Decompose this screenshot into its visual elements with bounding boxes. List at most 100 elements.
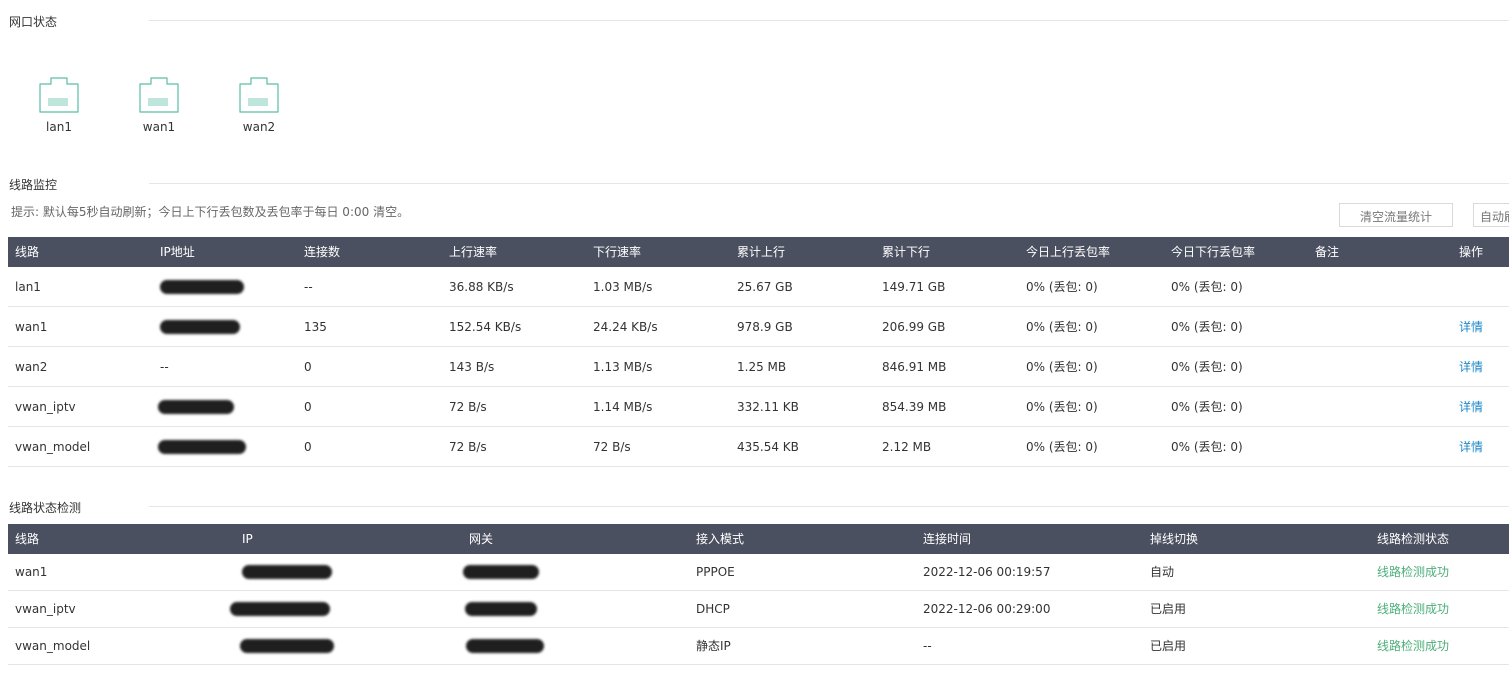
table-row: vwan_model 静态IP -- 已启用 线路检测成功 — [8, 628, 1509, 665]
column-header: 上行速率 — [449, 245, 498, 259]
cell-up-loss: 0% (丢包: 0) — [1026, 320, 1098, 334]
cell-line: wan1 — [15, 565, 48, 579]
cell-up-loss: 0% (丢包: 0) — [1026, 440, 1098, 454]
detail-link[interactable]: 详情 — [1459, 427, 1483, 467]
cell-conn-time: 2022-12-06 00:19:57 — [923, 565, 1051, 579]
cell-down-rate: 1.13 MB/s — [593, 360, 653, 374]
cell-connections: 0 — [304, 360, 312, 374]
cell-total-down: 846.91 MB — [882, 360, 947, 374]
cell-mode: DHCP — [696, 602, 730, 616]
clear-stats-button[interactable]: 清空流量统计 — [1339, 203, 1453, 227]
cell-up-rate: 36.88 KB/s — [449, 280, 514, 294]
cell-line: vwan_iptv — [15, 602, 76, 616]
redacted-ip — [463, 565, 539, 579]
port-label: wan2 — [242, 120, 276, 134]
cell-line: vwan_model — [15, 440, 91, 454]
column-header: 线路 — [15, 245, 40, 259]
table-header: 线路 IP地址 连接数 上行速率 下行速率 累计上行 累计下行 今日上行丢包率 今日下行丢包率 备… — [8, 237, 1509, 267]
cell-total-up: 25.67 GB — [737, 280, 793, 294]
auto-refresh-button[interactable]: 自动刷新 — [1473, 203, 1509, 227]
cell-total-down: 854.39 MB — [882, 400, 947, 414]
redacted-ip — [466, 639, 544, 653]
column-header: 线路检测状态 — [1377, 532, 1450, 546]
column-header: 连接时间 — [923, 532, 972, 546]
column-header: 今日上行丢包率 — [1026, 245, 1111, 259]
cell-line: lan1 — [15, 280, 41, 294]
table-row: wan2 -- 0 143 B/s 1.13 MB/s 1.25 MB 846.91 MB 0… — [8, 347, 1509, 387]
ethernet-port-icon — [24, 76, 94, 114]
cell-total-up: 1.25 MB — [737, 360, 787, 374]
cell-up-rate: 152.54 KB/s — [449, 320, 522, 334]
cell-failover: 已启用 — [1150, 602, 1187, 616]
cell-line: vwan_iptv — [15, 400, 76, 414]
column-header: 累计上行 — [737, 245, 786, 259]
column-header: IP — [242, 532, 253, 546]
cell-line: vwan_model — [15, 639, 91, 653]
status-text: 线路检测成功 — [1377, 639, 1450, 653]
cell-up-loss: 0% (丢包: 0) — [1026, 360, 1098, 374]
status-text: 线路检测成功 — [1377, 602, 1450, 616]
cell-failover: 已启用 — [1150, 639, 1187, 653]
cell-ip: -- — [160, 360, 169, 374]
cell-mode: 静态IP — [696, 639, 731, 653]
column-header: 掉线切换 — [1150, 532, 1199, 546]
cell-total-down: 206.99 GB — [882, 320, 946, 334]
cell-total-up: 435.54 KB — [737, 440, 799, 454]
table-row: wan1 PPPOE 2022-12-06 00:19:57 自动 线路检测成功 — [8, 554, 1509, 591]
cell-down-loss: 0% (丢包: 0) — [1171, 400, 1243, 414]
cell-connections: 135 — [304, 320, 327, 334]
port-status-title: 网口状态 — [9, 15, 58, 29]
line-detect-title: 线路状态检测 — [9, 501, 82, 515]
section-divider — [149, 506, 1509, 507]
cell-up-loss: 0% (丢包: 0) — [1026, 400, 1098, 414]
refresh-tip: 提示: 默认每5秒自动刷新；今日上下行丢包数及丢包率于每日 0:00 清空。 — [11, 205, 410, 219]
cell-failover: 自动 — [1150, 565, 1175, 579]
column-header: 下行速率 — [593, 245, 642, 259]
port-label: lan1 — [46, 120, 72, 134]
port-wan1[interactable]: wan1 — [124, 76, 194, 134]
redacted-ip — [160, 280, 244, 294]
column-header: 累计下行 — [882, 245, 931, 259]
column-header: IP地址 — [160, 245, 195, 259]
port-label: wan1 — [142, 120, 176, 134]
redacted-ip — [160, 320, 240, 334]
cell-down-loss: 0% (丢包: 0) — [1171, 280, 1243, 294]
column-header: 操作 — [1459, 245, 1484, 259]
cell-connections: -- — [304, 280, 313, 294]
port-lan1[interactable]: lan1 — [24, 76, 94, 134]
table-row: vwan_iptv 0 72 B/s 1.14 MB/s 332.11 KB 854.39… — [8, 387, 1509, 427]
column-header: 网关 — [469, 532, 494, 546]
redacted-ip — [240, 639, 334, 653]
cell-up-loss: 0% (丢包: 0) — [1026, 280, 1098, 294]
table-row: lan1 -- 36.88 KB/s 1.03 MB/s 25.67 GB 149.71 … — [8, 267, 1509, 307]
redacted-ip — [242, 565, 332, 579]
cell-total-up: 978.9 GB — [737, 320, 793, 334]
cell-down-loss: 0% (丢包: 0) — [1171, 320, 1243, 334]
cell-connections: 0 — [304, 440, 312, 454]
cell-connections: 0 — [304, 400, 312, 414]
redacted-ip — [230, 602, 330, 616]
port-wan2[interactable]: wan2 — [224, 76, 294, 134]
table-row: vwan_iptv DHCP 2022-12-06 00:29:00 已启用 线路检测成… — [8, 591, 1509, 628]
cell-line: wan2 — [15, 360, 48, 374]
cell-up-rate: 143 B/s — [449, 360, 495, 374]
column-header: 线路 — [15, 532, 40, 546]
ethernet-port-icon — [224, 76, 294, 114]
table-row: vwan_model 0 72 B/s 72 B/s 435.54 KB 2.12 MB 0… — [8, 427, 1509, 467]
cell-down-rate: 72 B/s — [593, 440, 631, 454]
cell-down-loss: 0% (丢包: 0) — [1171, 440, 1243, 454]
detail-link[interactable]: 详情 — [1459, 387, 1483, 427]
detail-link[interactable]: 详情 — [1459, 347, 1483, 387]
redacted-ip — [465, 602, 537, 616]
column-header: 今日下行丢包率 — [1171, 245, 1256, 259]
cell-up-rate: 72 B/s — [449, 400, 487, 414]
line-monitor-table: 线路 IP地址 连接数 上行速率 下行速率 累计上行 累计下行 今日上行丢包率 今日下行丢包率 备… — [8, 237, 1509, 467]
cell-total-up: 332.11 KB — [737, 400, 799, 414]
column-header: 连接数 — [304, 245, 341, 259]
section-divider — [149, 183, 1509, 184]
line-detect-table: 线路 IP 网关 接入模式 连接时间 掉线切换 线路检测状态 wan1 PPPOE 2022-1… — [8, 524, 1509, 665]
detail-link[interactable]: 详情 — [1459, 307, 1483, 347]
cell-up-rate: 72 B/s — [449, 440, 487, 454]
cell-conn-time: -- — [923, 639, 932, 653]
redacted-ip — [158, 440, 246, 454]
